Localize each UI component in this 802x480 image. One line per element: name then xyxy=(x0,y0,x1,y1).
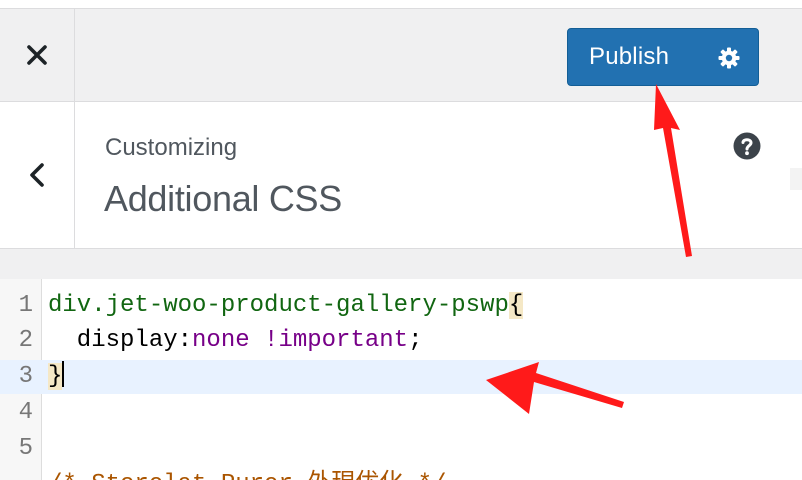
code-text: display:none !important; xyxy=(48,324,423,358)
semicolon: ; xyxy=(408,327,423,354)
code-line-3-active[interactable]: 3 } xyxy=(0,360,802,394)
breadcrumb: Customizing xyxy=(105,134,238,161)
close-button[interactable] xyxy=(0,9,75,101)
help-icon[interactable] xyxy=(733,132,761,160)
css-value: none !important xyxy=(192,327,409,354)
top-strip xyxy=(0,0,802,9)
line-number: 2 xyxy=(18,327,33,354)
code-text: div.jet-woo-product-gallery-pswp{ xyxy=(48,289,524,323)
close-brace: } xyxy=(48,363,63,390)
publish-label: Publish xyxy=(589,43,670,70)
code-line-4[interactable]: 4 xyxy=(0,396,802,430)
side-shade xyxy=(790,168,802,190)
css-code-editor[interactable]: 1 div.jet-woo-product-gallery-pswp{ 2 di… xyxy=(0,279,802,480)
close-icon xyxy=(27,45,47,65)
editor-spacer xyxy=(0,249,802,279)
line-number: 3 xyxy=(18,363,33,390)
css-property: display: xyxy=(48,327,193,354)
publish-button[interactable]: Publish xyxy=(567,28,759,86)
section-header: Customizing Additional CSS xyxy=(0,102,802,249)
code-line-6-partial[interactable]: /* Storelat Purer 外現优化 */ xyxy=(0,468,802,480)
code-line-1[interactable]: 1 div.jet-woo-product-gallery-pswp{ xyxy=(0,289,802,323)
section-title: Additional CSS xyxy=(104,178,342,219)
code-text: } xyxy=(48,360,65,394)
gear-icon[interactable] xyxy=(717,46,741,70)
code-line-2[interactable]: 2 display:none !important; xyxy=(0,324,802,358)
line-number: 5 xyxy=(18,435,33,462)
back-button[interactable] xyxy=(0,102,75,248)
customizer-header: Publish xyxy=(0,9,802,102)
chevron-left-icon xyxy=(30,163,44,187)
css-comment: /* Storelat Purer 外現优化 */ xyxy=(48,468,446,480)
css-selector: div.jet-woo-product-gallery-pswp xyxy=(48,292,509,319)
open-brace: { xyxy=(508,292,524,319)
text-cursor xyxy=(62,361,65,387)
line-number: 1 xyxy=(18,292,33,319)
line-number: 4 xyxy=(18,399,33,426)
code-line-5[interactable]: 5 xyxy=(0,432,802,466)
